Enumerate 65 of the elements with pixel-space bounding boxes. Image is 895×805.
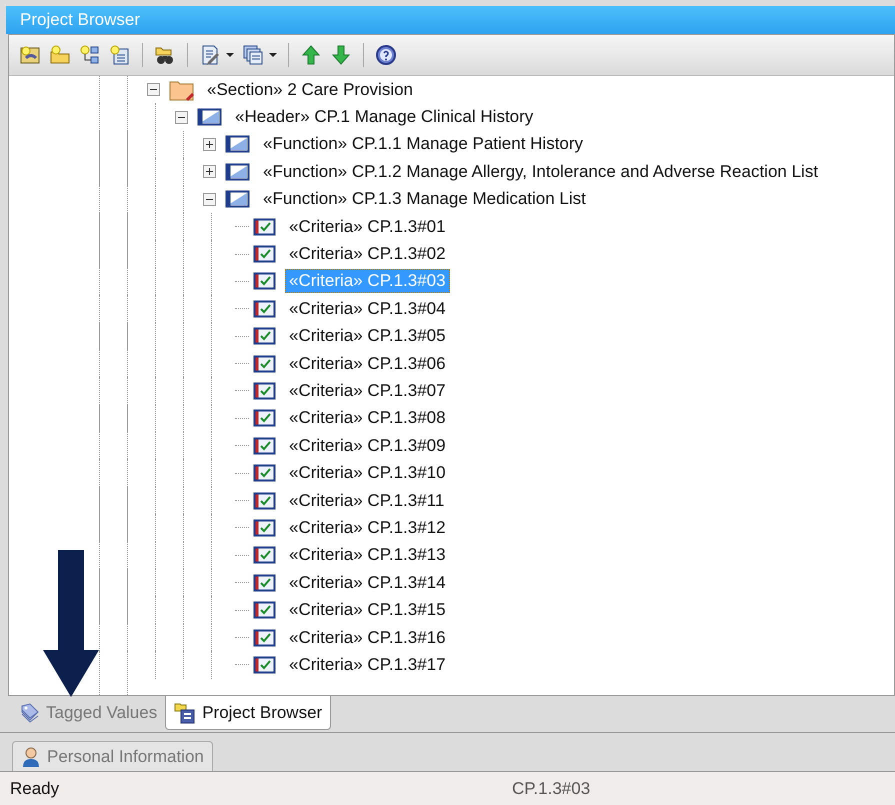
tree-item[interactable]: «Criteria» CP.1.3#07 — [285, 378, 450, 403]
checklist-icon — [253, 628, 277, 648]
folder-tree-icon — [174, 702, 196, 724]
window-title: Project Browser — [20, 10, 140, 30]
tree-item[interactable]: «Function» CP.1.3 Manage Medication List — [259, 187, 590, 212]
element-icon — [197, 107, 223, 128]
new-folder-icon — [49, 44, 71, 66]
collapse-toggle[interactable] — [175, 110, 188, 124]
panel-tab[interactable]: Project Browser — [165, 696, 332, 730]
tree-item[interactable]: «Criteria» CP.1.3#06 — [285, 352, 450, 376]
tree-item[interactable]: «Criteria» CP.1.3#10 — [285, 461, 450, 486]
checklist-icon — [253, 244, 277, 264]
tree-item[interactable]: «Criteria» CP.1.3#14 — [285, 570, 450, 595]
checklist-icon — [253, 436, 277, 456]
checklist-icon — [253, 600, 277, 620]
status-message: Ready — [9, 778, 60, 798]
expand-toggle[interactable] — [203, 165, 216, 178]
stacked-windows-icon — [242, 44, 264, 66]
checklist-icon — [253, 545, 277, 566]
checklist-icon — [253, 654, 277, 675]
checklist-icon — [253, 298, 277, 319]
checklist-icon — [253, 408, 277, 428]
checklist-icon — [253, 490, 277, 511]
expand-toggle[interactable] — [203, 138, 216, 151]
checklist-icon — [253, 354, 277, 374]
collapse-toggle[interactable] — [203, 192, 216, 206]
tree-item[interactable]: «Function» CP.1.2 Manage Allergy, Intolerance and Adverse Reaction List — [259, 160, 822, 184]
tree-item[interactable]: «Criteria» CP.1.3#01 — [285, 214, 450, 239]
tree-item[interactable]: «Criteria» CP.1.3#16 — [285, 626, 450, 650]
tree-item[interactable]: «Criteria» CP.1.3#13 — [285, 543, 450, 568]
checklist-icon — [253, 326, 277, 346]
help-icon — [375, 44, 397, 66]
checklist-icon — [253, 463, 277, 484]
tree-item[interactable]: «Criteria» CP.1.3#08 — [285, 406, 450, 430]
person-icon — [21, 746, 41, 768]
tree-item[interactable]: «Criteria» CP.1.3#11 — [285, 488, 448, 513]
checklist-icon — [253, 271, 277, 292]
new-element-icon — [109, 44, 131, 66]
tree-item[interactable]: «Section» 2 Care Provision — [203, 78, 418, 102]
checklist-icon — [253, 380, 277, 401]
tree-item[interactable]: «Function» CP.1.1 Manage Patient History — [259, 132, 588, 156]
tree-item[interactable]: «Criteria» CP.1.3#05 — [285, 324, 450, 348]
caret-icon — [226, 52, 234, 58]
up-arrow-icon — [300, 44, 322, 66]
element-icon — [225, 189, 251, 210]
checklist-icon — [253, 518, 277, 538]
down-arrow-icon — [330, 44, 352, 66]
checklist-icon — [253, 216, 277, 237]
caret-icon — [269, 52, 277, 58]
tree-item[interactable]: «Criteria» CP.1.3#15 — [285, 598, 450, 622]
element-icon — [225, 134, 251, 154]
tree-item[interactable]: «Criteria» CP.1.3#12 — [285, 516, 450, 540]
tree-item[interactable]: «Criteria» CP.1.3#09 — [285, 434, 450, 458]
tree-item[interactable]: «Criteria» CP.1.3#02 — [285, 242, 450, 266]
element-icon — [225, 162, 251, 182]
tags-icon — [20, 702, 40, 724]
new-diagram-icon — [79, 44, 101, 66]
collapse-toggle[interactable] — [147, 83, 160, 96]
tree-item[interactable]: «Criteria» CP.1.3#17 — [285, 652, 450, 677]
tree-item[interactable]: «Criteria» CP.1.3#04 — [285, 296, 450, 321]
tree-item[interactable]: «Header» CP.1 Manage Clinical History — [231, 105, 538, 130]
checklist-icon — [253, 572, 277, 593]
new-model-icon — [19, 44, 41, 66]
status-selection: CP.1.3#03 — [512, 778, 590, 798]
panel-tab[interactable]: Personal Information — [12, 741, 213, 771]
